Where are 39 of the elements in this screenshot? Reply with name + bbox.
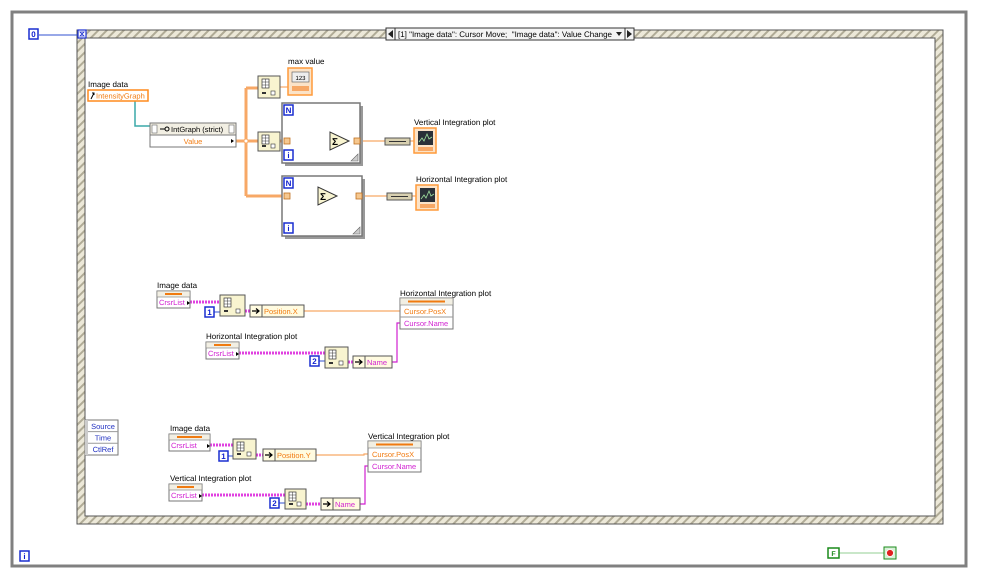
tunnel (284, 192, 290, 200)
label: max value (288, 57, 324, 66)
index-array-node (284, 488, 306, 510)
count-terminal: N (283, 177, 294, 189)
graph-indicator-terminal (413, 127, 437, 154)
label: Image data (170, 424, 210, 433)
graph-indicator-terminal (415, 184, 439, 211)
build-waveform-node (386, 192, 412, 200)
numeric-constant: 2 (269, 497, 280, 509)
numeric-constant: 0 (28, 28, 39, 40)
iteration-terminal: i (283, 222, 294, 234)
tunnel (356, 192, 362, 200)
index-array-node (232, 438, 256, 460)
add-array-elements-node: Σ (318, 186, 338, 206)
array-max-min-node (258, 76, 280, 98)
hourglass-icon (77, 29, 87, 39)
index-array-node (220, 294, 246, 316)
iteration-terminal: i (283, 149, 294, 161)
transpose-array-node (258, 132, 280, 152)
tunnel (354, 138, 360, 144)
label: Horizontal Integration plot (400, 289, 492, 298)
event-case-selector[interactable]: [1] "Image data": Cursor Move; "Image data": Value Change (386, 28, 634, 40)
label: Horizontal Integration plot (206, 332, 298, 341)
tunnel (284, 138, 290, 144)
label: Image data (157, 281, 198, 290)
label: Horizontal Integration plot (416, 175, 508, 184)
build-waveform-node (384, 138, 410, 146)
numeric-constant: 1 (204, 306, 215, 318)
iteration-terminal: i (19, 550, 30, 562)
numeric-constant: 2 (309, 355, 320, 367)
stop-if-true-icon (884, 546, 896, 560)
label: Vertical Integration plot (414, 118, 496, 127)
count-terminal: N (283, 104, 294, 116)
numeric-constant: 1 (218, 450, 229, 462)
label: Vertical Integration plot (170, 474, 252, 483)
label: Vertical Integration plot (368, 432, 450, 441)
index-array-node (324, 346, 348, 368)
add-array-elements-node: Σ (330, 131, 350, 151)
label: Image data (88, 80, 128, 89)
